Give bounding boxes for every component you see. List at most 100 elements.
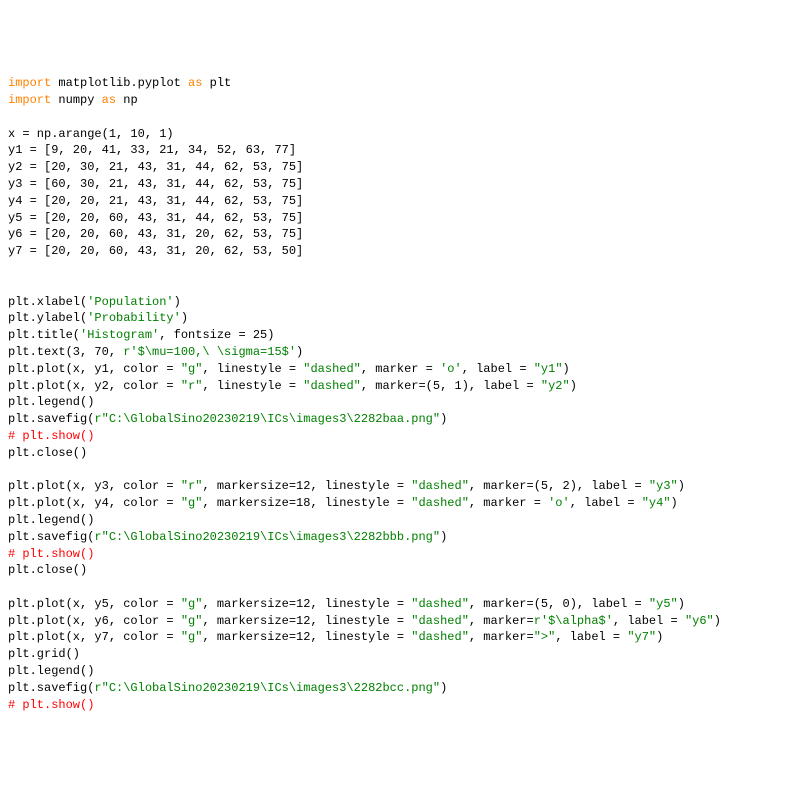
code-token: , marker= (469, 630, 534, 644)
code-line: plt.xlabel('Population') (8, 294, 785, 311)
code-token: y1 = [9, 20, 41, 33, 21, 34, 52, 63, 77] (8, 143, 296, 157)
code-token: y5 = [20, 20, 60, 43, 31, 44, 62, 53, 75… (8, 211, 303, 225)
code-line: y5 = [20, 20, 60, 43, 31, 44, 62, 53, 75… (8, 210, 785, 227)
code-token: 'o' (548, 496, 570, 510)
code-token: , label = (555, 630, 627, 644)
code-token: , marker = (361, 362, 440, 376)
code-token: as (188, 76, 202, 90)
code-token: plt.close() (8, 446, 87, 460)
code-token: ) (296, 345, 303, 359)
code-token: plt.close() (8, 563, 87, 577)
code-token: y2 = [20, 30, 21, 43, 31, 44, 62, 53, 75… (8, 160, 303, 174)
code-token: r'$\mu=100,\ \sigma=15$' (123, 345, 296, 359)
code-token: "y7" (627, 630, 656, 644)
code-token: plt.savefig( (8, 412, 94, 426)
code-token: "y4" (642, 496, 671, 510)
code-line: plt.plot(x, y2, color = "r", linestyle =… (8, 378, 785, 395)
code-line: plt.plot(x, y1, color = "g", linestyle =… (8, 361, 785, 378)
code-token: plt.legend() (8, 395, 94, 409)
code-token: 'o' (440, 362, 462, 376)
code-token: , markersize=18, linestyle = (202, 496, 411, 510)
code-token: plt.grid() (8, 647, 80, 661)
code-token: import (8, 93, 51, 107)
code-line: import numpy as np (8, 92, 785, 109)
code-token: "y5" (649, 597, 678, 611)
code-token: # plt.show() (8, 698, 94, 712)
code-line: plt.legend() (8, 512, 785, 529)
code-token: "g" (181, 496, 203, 510)
code-line: plt.text(3, 70, r'$\mu=100,\ \sigma=15$'… (8, 344, 785, 361)
code-token: , marker=(5, 0), label = (469, 597, 649, 611)
code-line (8, 260, 785, 277)
code-token: ">" (534, 630, 556, 644)
code-token: , fontsize = 25) (159, 328, 274, 342)
code-token: plt.xlabel( (8, 295, 87, 309)
code-token: import (8, 76, 51, 90)
code-token: ) (656, 630, 663, 644)
code-line: plt.plot(x, y7, color = "g", markersize=… (8, 629, 785, 646)
code-token: "g" (181, 597, 203, 611)
code-token: ) (174, 295, 181, 309)
code-token: "dashed" (303, 362, 361, 376)
code-token: ) (440, 412, 447, 426)
code-token: ) (440, 681, 447, 695)
code-token: "r" (181, 479, 203, 493)
code-token: plt.plot(x, y6, color = (8, 614, 181, 628)
code-token: y7 = [20, 20, 60, 43, 31, 20, 62, 53, 50… (8, 244, 303, 258)
code-token: , marker=(5, 1), label = (361, 379, 541, 393)
code-line: plt.savefig(r"C:\GlobalSino20230219\ICs\… (8, 529, 785, 546)
code-token: "dashed" (411, 614, 469, 628)
code-line: # plt.show() (8, 697, 785, 714)
code-token: "y6" (685, 614, 714, 628)
code-line: plt.close() (8, 562, 785, 579)
code-token: plt.plot(x, y2, color = (8, 379, 181, 393)
code-line: x = np.arange(1, 10, 1) (8, 126, 785, 143)
code-token: plt.legend() (8, 664, 94, 678)
code-token: , markersize=12, linestyle = (202, 630, 411, 644)
code-line: plt.savefig(r"C:\GlobalSino20230219\ICs\… (8, 411, 785, 428)
code-token: "y2" (541, 379, 570, 393)
code-token: "y1" (534, 362, 563, 376)
code-line: plt.title('Histogram', fontsize = 25) (8, 327, 785, 344)
code-line: plt.grid() (8, 646, 785, 663)
code-token: ) (440, 530, 447, 544)
code-token: plt.savefig( (8, 530, 94, 544)
code-token: , label = (570, 496, 642, 510)
code-line: plt.plot(x, y4, color = "g", markersize=… (8, 495, 785, 512)
code-token: , marker= (469, 614, 534, 628)
code-line (8, 277, 785, 294)
code-line: plt.ylabel('Probability') (8, 310, 785, 327)
code-token: ) (181, 311, 188, 325)
code-line: import matplotlib.pyplot as plt (8, 75, 785, 92)
code-line: y6 = [20, 20, 60, 43, 31, 20, 62, 53, 75… (8, 226, 785, 243)
code-token: ) (570, 379, 577, 393)
code-token: numpy (51, 93, 101, 107)
code-token: as (102, 93, 116, 107)
code-token: plt.plot(x, y1, color = (8, 362, 181, 376)
code-token: 'Probability' (87, 311, 181, 325)
code-token: "dashed" (411, 597, 469, 611)
code-token: ) (678, 597, 685, 611)
code-token: # plt.show() (8, 429, 94, 443)
code-token: ) (714, 614, 721, 628)
code-token: , marker = (469, 496, 548, 510)
code-token: 'Histogram' (80, 328, 159, 342)
code-token: , linestyle = (202, 379, 303, 393)
code-token: "g" (181, 362, 203, 376)
code-token: ) (671, 496, 678, 510)
code-token: plt.plot(x, y4, color = (8, 496, 181, 510)
code-line: y7 = [20, 20, 60, 43, 31, 20, 62, 53, 50… (8, 243, 785, 260)
code-token: x = np.arange(1, 10, 1) (8, 127, 174, 141)
code-token: y6 = [20, 20, 60, 43, 31, 20, 62, 53, 75… (8, 227, 303, 241)
code-token: "g" (181, 614, 203, 628)
code-token: matplotlib.pyplot (51, 76, 188, 90)
code-line (8, 462, 785, 479)
code-token: r"C:\GlobalSino20230219\ICs\images3\2282… (94, 412, 440, 426)
code-token: r"C:\GlobalSino20230219\ICs\images3\2282… (94, 530, 440, 544)
code-token: , label = (613, 614, 685, 628)
code-token: "r" (181, 379, 203, 393)
code-token: plt.plot(x, y3, color = (8, 479, 181, 493)
code-token: "dashed" (411, 496, 469, 510)
code-token: plt.plot(x, y5, color = (8, 597, 181, 611)
code-token: r'$\alpha$' (534, 614, 613, 628)
